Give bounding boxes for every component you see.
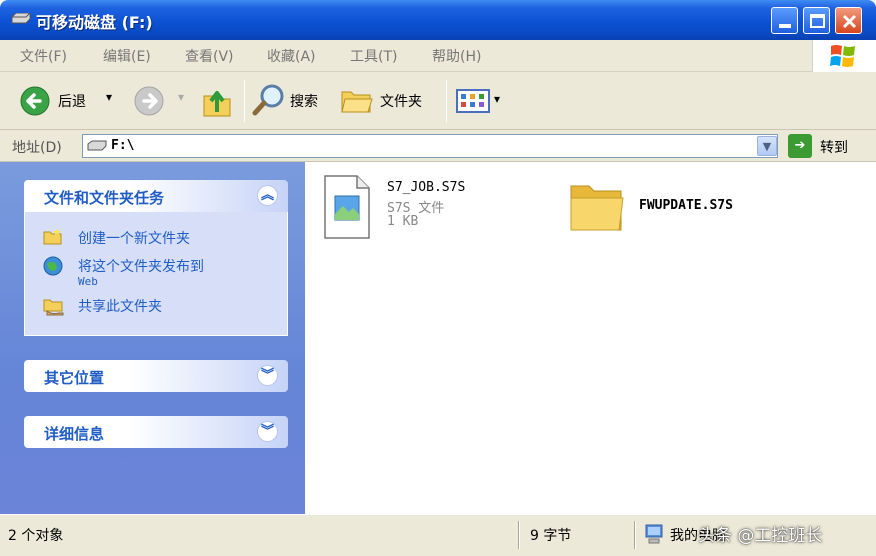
maximize-icon <box>810 14 825 28</box>
views-icon <box>456 89 490 113</box>
search-label: 搜索 <box>290 94 318 110</box>
go-label[interactable]: 转到 <box>820 137 848 157</box>
toolbar: 后退 ▾ ▾ 搜索 文件夹 ▾ <box>0 72 876 130</box>
watermark: 头条 @工控班长 <box>698 526 823 546</box>
share-folder-icon <box>43 299 64 316</box>
menu-file[interactable]: 文件(F) <box>20 46 67 66</box>
menu-tools[interactable]: 工具(T) <box>350 46 397 66</box>
other-places-header[interactable]: 其它位置 ︾ <box>24 360 288 392</box>
details-title: 详细信息 <box>44 425 105 443</box>
go-arrow-icon: ➔ <box>794 138 806 153</box>
status-bar: 2 个对象 9 字节 我的电脑 头条 @工控班长 <box>0 514 876 556</box>
menu-help[interactable]: 帮助(H) <box>432 46 481 66</box>
folder-item[interactable]: FWUPDATE.S7S <box>567 170 787 242</box>
folder-icon <box>570 185 624 231</box>
file-folder-tasks-panel: 创建一个新文件夹 将这个文件夹发布到 Web 共享此文件夹 <box>24 212 288 336</box>
address-dropdown-button[interactable]: ▼ <box>757 136 777 156</box>
collapse-chevron-icon[interactable]: ︽ <box>257 185 278 206</box>
folder-name: FWUPDATE.S7S <box>639 198 733 213</box>
task-publish-web-line2[interactable]: Web <box>78 275 98 288</box>
file-folder-tasks-header[interactable]: 文件和文件夹任务 ︽ <box>24 180 288 212</box>
address-value: F:\ <box>111 138 135 153</box>
expand-chevron-icon[interactable]: ︾ <box>257 421 278 442</box>
back-label: 后退 <box>58 94 86 110</box>
publish-web-icon <box>43 256 63 276</box>
go-button[interactable]: ➔ <box>788 134 812 158</box>
back-arrow-icon <box>20 86 50 116</box>
task-publish-web[interactable]: 将这个文件夹发布到 <box>78 256 204 276</box>
forward-arrow-icon <box>134 86 164 116</box>
folders-button[interactable]: 文件夹 <box>340 82 440 118</box>
menu-view[interactable]: 查看(V) <box>185 46 234 66</box>
status-object-count: 2 个对象 <box>8 528 64 544</box>
new-folder-icon <box>43 228 62 245</box>
file-size: 1 KB <box>387 214 419 229</box>
details-header[interactable]: 详细信息 ︾ <box>24 416 288 448</box>
windows-flag-icon <box>830 45 855 67</box>
up-folder-button[interactable] <box>200 82 236 120</box>
menu-bar: 文件(F) 编辑(E) 查看(V) 收藏(A) 工具(T) 帮助(H) <box>0 40 876 72</box>
title-bar[interactable]: 可移动磁盘 (F:) <box>0 0 876 40</box>
address-bar: 地址(D) F:\ ▼ ➔ 转到 <box>0 130 876 162</box>
up-folder-icon <box>203 91 231 117</box>
back-button[interactable]: 后退 ▾ <box>20 86 120 116</box>
minimize-button[interactable] <box>771 7 798 34</box>
menu-edit[interactable]: 编辑(E) <box>103 46 151 66</box>
file-list[interactable]: S7_JOB.S7S S7S 文件 1 KB FWUPDATE.S7S <box>305 162 876 514</box>
task-new-folder[interactable]: 创建一个新文件夹 <box>78 228 190 248</box>
back-dropdown-icon[interactable]: ▾ <box>106 90 112 104</box>
toolbar-separator <box>244 80 245 122</box>
search-icon <box>252 84 284 116</box>
close-button[interactable] <box>835 7 862 34</box>
minimize-icon <box>779 24 791 28</box>
views-dropdown-icon[interactable]: ▾ <box>494 92 500 106</box>
other-places-title: 其它位置 <box>44 369 105 387</box>
status-size: 9 字节 <box>530 528 572 544</box>
folders-label: 文件夹 <box>380 94 422 110</box>
menu-favorites[interactable]: 收藏(A) <box>267 46 316 66</box>
file-icon <box>324 175 370 239</box>
my-computer-icon <box>645 524 663 544</box>
forward-button[interactable]: ▾ <box>134 86 194 116</box>
close-icon <box>842 14 857 29</box>
folders-icon <box>341 91 373 113</box>
address-label: 地址(D) <box>12 140 62 156</box>
status-divider <box>634 521 636 549</box>
window-title: 可移动磁盘 (F:) <box>36 13 153 32</box>
views-button[interactable]: ▾ <box>456 87 506 115</box>
search-button[interactable]: 搜索 <box>252 82 332 118</box>
drive-icon <box>87 140 107 151</box>
toolbar-separator <box>446 80 447 122</box>
status-divider <box>518 521 520 549</box>
file-item[interactable]: S7_JOB.S7S S7S 文件 1 KB <box>313 170 533 242</box>
address-input[interactable]: F:\ ▼ <box>82 134 778 158</box>
file-name: S7_JOB.S7S <box>387 180 466 195</box>
drive-icon <box>11 13 31 24</box>
file-folder-tasks-title: 文件和文件夹任务 <box>44 189 165 207</box>
forward-dropdown-icon[interactable]: ▾ <box>178 90 184 104</box>
task-share-folder[interactable]: 共享此文件夹 <box>78 296 162 316</box>
windows-logo <box>812 40 876 72</box>
maximize-button[interactable] <box>803 7 830 34</box>
expand-chevron-icon[interactable]: ︾ <box>257 365 278 386</box>
